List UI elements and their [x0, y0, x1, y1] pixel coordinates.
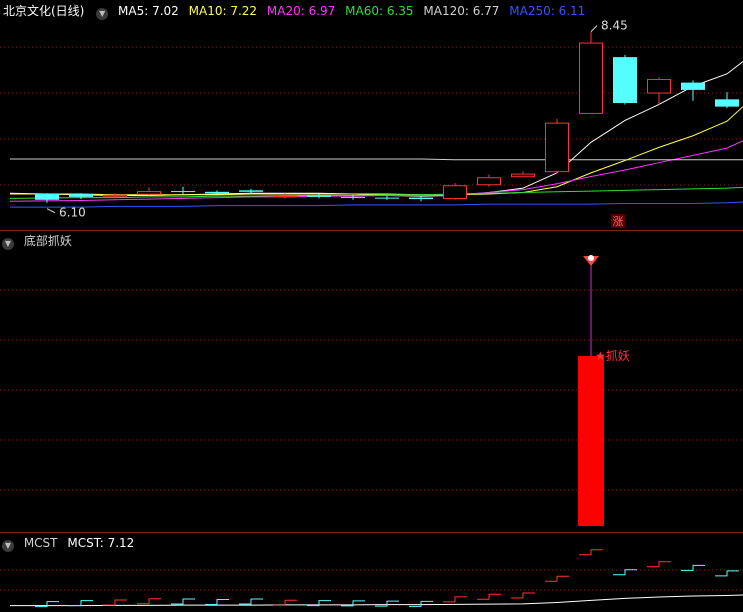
ma-line-ma20 [9, 140, 743, 202]
ma250-label: MA250: 6.11 [509, 4, 586, 18]
candle [477, 174, 501, 187]
collapse-icon[interactable]: ▼ [2, 540, 14, 552]
candle-body [647, 78, 671, 94]
ma-line-ma250 [10, 201, 743, 208]
low-marker [46, 208, 56, 214]
mcst-step [545, 575, 569, 582]
collapse-icon[interactable]: ▼ [2, 238, 14, 250]
indicator-title: 底部抓妖 [23, 234, 72, 248]
main-candles [35, 31, 739, 203]
ma10-label: MA10: 7.22 [188, 4, 258, 18]
mcst-step [511, 592, 535, 599]
ma5-label: MA5: 7.02 [118, 4, 179, 18]
low-price-label: 6.10 [59, 206, 86, 220]
separator-main [0, 230, 743, 231]
mcst-step [103, 599, 127, 606]
candle-body [579, 42, 603, 114]
candle-body [239, 190, 263, 192]
candle-body [443, 185, 467, 200]
mcst-step [205, 598, 229, 605]
mcst-step [443, 596, 467, 603]
candle [715, 92, 739, 109]
candle [579, 31, 603, 114]
candle-body [715, 99, 739, 107]
candle [511, 171, 535, 178]
chart-svg: 8.45 6.10 涨 ★抓妖 [0, 19, 743, 608]
ma-line-ma120 [10, 158, 743, 161]
candle-body [69, 193, 93, 197]
candle-body [171, 191, 195, 193]
mcst-value: MCST: 7.12 [67, 536, 135, 550]
candle [443, 183, 467, 200]
mcst-step [239, 598, 263, 605]
mcst-title: MCST [23, 536, 58, 550]
high-price-label: 8.45 [601, 19, 628, 33]
candle-body [681, 82, 705, 90]
candle [171, 186, 195, 194]
candle [137, 187, 161, 196]
candle-body [511, 173, 535, 178]
mcst-step [375, 600, 399, 607]
collapse-icon[interactable]: ▼ [96, 8, 109, 20]
candle-body [307, 195, 331, 197]
candle [409, 196, 433, 202]
signal-top-icon [583, 255, 599, 266]
candle [613, 54, 637, 105]
main-header: 北京文化(日线) ▼ MA5: 7.02 MA10: 7.22 MA20: 6.… [0, 0, 591, 22]
candle-body [205, 191, 229, 194]
candle-body [137, 191, 161, 195]
ma60-label: MA60: 6.35 [345, 4, 414, 18]
ma120-label: MA120: 6.77 [423, 4, 500, 18]
grid-lines [0, 46, 743, 591]
mcst-step [647, 561, 671, 568]
mcst-step [477, 593, 501, 600]
mcst-step [137, 598, 161, 605]
limit-up-badge: 涨 [611, 214, 625, 228]
mcst-step [715, 570, 739, 577]
indicator-layer: ★抓妖 [578, 255, 630, 526]
ma20-label: MA20: 6.97 [266, 4, 336, 18]
stock-title: 北京文化(日线) [3, 4, 85, 18]
candle [545, 119, 569, 174]
candle-body [409, 197, 433, 200]
ma-line-ma10 [10, 106, 743, 196]
candle-body [613, 57, 637, 103]
signal-label: ★抓妖 [595, 349, 630, 363]
candle [307, 193, 331, 199]
mcst-step [579, 549, 603, 556]
ma-line-ma60 [9, 186, 743, 199]
mcst-step [409, 600, 433, 607]
mcst-step [69, 600, 93, 607]
chart-stage: 8.45 6.10 涨 ★抓妖 北京文化(日线) ▼ MA5: 7.02 MA10:… [0, 0, 743, 612]
mcst-step [171, 598, 195, 605]
candle-body [545, 122, 569, 173]
candle-body [477, 177, 501, 186]
high-marker [590, 25, 598, 32]
candle-body [341, 196, 365, 198]
signal-bar [578, 356, 604, 526]
candle-body [103, 194, 127, 197]
badge-label: 涨 [613, 215, 624, 228]
candle-body [35, 193, 59, 200]
mcst-header: ▼ MCST MCST: 7.12 [0, 532, 140, 554]
candle-body [375, 197, 399, 199]
indicator-header: ▼ 底部抓妖 [0, 230, 78, 252]
mcst-layer [10, 549, 743, 608]
candle-body [273, 195, 297, 198]
signal-top-dot [588, 255, 594, 261]
